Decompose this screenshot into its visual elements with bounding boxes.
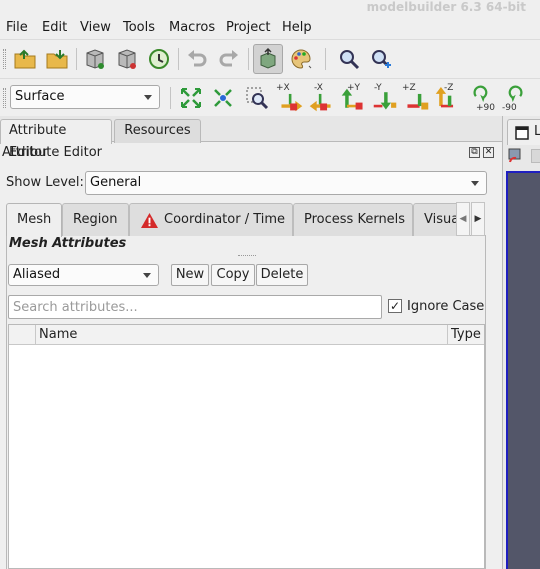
menu-help[interactable]: Help [282, 20, 312, 35]
new-button[interactable]: New [171, 264, 209, 286]
dock-title: Attribute Editor [2, 145, 103, 160]
toolbar-separator [325, 48, 326, 70]
view-plus-y-button[interactable]: +Y [338, 83, 368, 113]
tab-region[interactable]: Region [62, 203, 129, 236]
toolbar-grip[interactable] [3, 49, 6, 69]
reset-camera-icon[interactable] [178, 85, 204, 111]
toolbar-separator [170, 87, 171, 109]
tab-coordinator-time[interactable]: Coordinator / Time [129, 203, 293, 236]
menu-view[interactable]: View [80, 20, 111, 35]
view-minus-z-button[interactable]: -Z [432, 83, 462, 113]
color-palette-icon[interactable] [288, 46, 314, 72]
render-viewport[interactable] [506, 171, 540, 569]
reset-center-icon[interactable] [210, 85, 236, 111]
copy-button[interactable]: Copy [211, 264, 255, 286]
toolbar-separator [178, 48, 179, 70]
ignore-case-label: Ignore Case [407, 299, 485, 314]
menu-bar: File Edit View Tools Macros Project Help [0, 16, 540, 38]
tab-resources[interactable]: Resources [114, 119, 201, 143]
view-reset-icon[interactable] [507, 147, 525, 165]
view-option-icon[interactable] [531, 149, 540, 163]
zoom-to-box-icon[interactable] [336, 46, 362, 72]
redo-icon[interactable] [216, 46, 242, 72]
save-folder-icon[interactable] [44, 46, 70, 72]
view-plus-z-button[interactable]: +Z [402, 83, 432, 113]
show-level-label: Show Level: [6, 175, 84, 190]
table-header: Name Type [9, 325, 484, 345]
splitter-handle[interactable] [238, 255, 256, 258]
chevron-down-icon [144, 95, 152, 100]
dock-tabbar: Attribute Editor Resources [0, 116, 502, 160]
remove-resource-icon[interactable] [114, 46, 140, 72]
view-mode-value: Aliased [13, 267, 61, 282]
attributes-table[interactable]: Name Type [8, 324, 485, 569]
view-plus-x-button[interactable]: +X [276, 83, 306, 113]
menu-project[interactable]: Project [226, 20, 270, 35]
camera-toolbar: Surface +X -X +Y -Y +Z -Z +90 -90 [0, 78, 540, 116]
view-minus-y-button[interactable]: -Y [370, 83, 400, 113]
ignore-case-checkbox[interactable]: ✓ [388, 299, 402, 313]
plus-90-label: +90 [476, 103, 495, 113]
menu-file[interactable]: File [6, 20, 28, 35]
tab-coordinator-time-label: Coordinator / Time [164, 212, 286, 227]
float-icon[interactable]: ⧉ [469, 147, 480, 158]
main-toolbar [0, 39, 540, 77]
dock-header: Attribute Editor ⧉ ✕ [0, 142, 500, 164]
select-camera-icon[interactable] [253, 44, 283, 74]
tab-mesh[interactable]: Mesh [6, 203, 62, 237]
undo-icon[interactable] [184, 46, 210, 72]
close-icon[interactable]: ✕ [483, 147, 494, 158]
tab-scroll-left-icon[interactable]: ◀ [456, 202, 470, 236]
column-name[interactable]: Name [35, 325, 447, 345]
show-level-value: General [90, 175, 142, 190]
rotate-minus-90-button[interactable]: -90 [500, 83, 530, 113]
zoom-add-icon[interactable] [368, 46, 394, 72]
chevron-down-icon [143, 273, 151, 278]
window-title: modelbuilder 6.3 64-bit [366, 0, 526, 14]
show-level-combo[interactable]: General [85, 171, 487, 195]
zoom-to-selection-icon[interactable] [244, 85, 270, 111]
window-icon [515, 126, 529, 140]
menu-macros[interactable]: Macros [169, 20, 215, 35]
tab-attribute-editor[interactable]: Attribute Editor [0, 119, 112, 160]
view-minus-x-button[interactable]: -X [306, 83, 336, 113]
representation-combo[interactable]: Surface [10, 85, 160, 109]
row-header-corner [9, 325, 35, 345]
search-input[interactable] [8, 295, 382, 319]
attribute-tabbar: Mesh Region Coordinator / Time Process K… [6, 202, 486, 237]
toolbar-separator [248, 48, 249, 70]
column-type[interactable]: Type [447, 325, 484, 345]
tab-scroll-right-icon[interactable]: ▶ [471, 202, 485, 236]
layout-tab-label: L [534, 124, 540, 139]
toolbar-separator [76, 48, 77, 70]
tab-process-kernels[interactable]: Process Kernels [293, 203, 413, 236]
title-bar: modelbuilder 6.3 64-bit [0, 0, 540, 16]
rotate-plus-90-button[interactable]: +90 [466, 83, 496, 113]
history-clock-icon[interactable] [146, 46, 172, 72]
warning-icon [141, 212, 158, 229]
menu-edit[interactable]: Edit [42, 20, 67, 35]
representation-value: Surface [15, 89, 65, 104]
open-folder-icon[interactable] [12, 46, 38, 72]
chevron-down-icon [471, 181, 479, 186]
load-resource-icon[interactable] [82, 46, 108, 72]
minus-90-label: -90 [502, 103, 517, 113]
menu-tools[interactable]: Tools [123, 20, 155, 35]
section-title: Mesh Attributes [9, 236, 127, 251]
toolbar-grip[interactable] [3, 88, 6, 108]
view-mode-combo[interactable]: Aliased [8, 264, 159, 286]
layout-tab[interactable]: L [507, 119, 540, 145]
render-view-pane: L [502, 116, 540, 569]
delete-button[interactable]: Delete [256, 264, 308, 286]
